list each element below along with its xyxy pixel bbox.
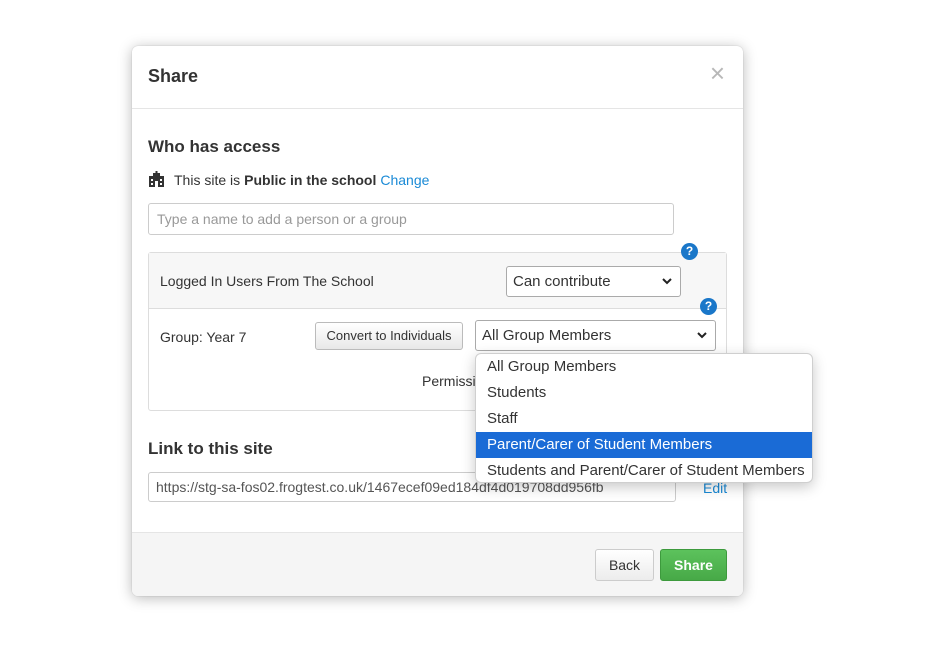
dropdown-option-highlighted[interactable]: Parent/Carer of Student Members [476,432,812,458]
dialog-footer: Back Share [132,532,743,596]
convert-to-individuals-button[interactable]: Convert to Individuals [315,322,463,350]
school-users-permission-value: Can contribute [513,273,611,290]
share-button[interactable]: Share [660,549,727,581]
chevron-down-icon [662,278,672,285]
back-button[interactable]: Back [595,549,654,581]
group-members-select[interactable]: All Group Members [475,320,716,351]
add-person-input[interactable] [148,203,674,235]
school-building-icon [149,171,164,187]
who-has-access-heading: Who has access [148,137,281,156]
permission-row-school-users: Logged In Users From The School Can cont… [149,253,726,309]
dropdown-option[interactable]: Staff [476,406,812,432]
permissions-label: Permissi [422,373,476,389]
dialog-title: Share [148,66,199,86]
public-visibility-text: Public in the school [244,171,377,188]
group-label: Group: Year 7 [160,329,247,345]
school-users-permission-select[interactable]: Can contribute [506,266,681,297]
share-dialog: Share × Who has access This site is Publ… [132,46,743,596]
group-members-dropdown: All Group Members Students Staff Parent/… [475,353,813,483]
help-icon[interactable]: ? [700,298,717,315]
group-members-value: All Group Members [482,327,612,344]
close-icon[interactable]: × [710,60,725,86]
public-prefix-text: This site is [174,171,241,188]
dropdown-option[interactable]: All Group Members [476,354,812,380]
public-status-line: This site is Public in the school Change [148,171,429,188]
school-users-label: Logged In Users From The School [160,273,374,289]
dropdown-option[interactable]: Students [476,380,812,406]
dialog-header: Share × [132,46,743,109]
chevron-down-icon [697,332,707,339]
link-heading: Link to this site [148,439,273,458]
help-icon[interactable]: ? [681,243,698,260]
dropdown-option[interactable]: Students and Parent/Carer of Student Mem… [476,458,812,482]
change-visibility-link[interactable]: Change [380,172,429,188]
